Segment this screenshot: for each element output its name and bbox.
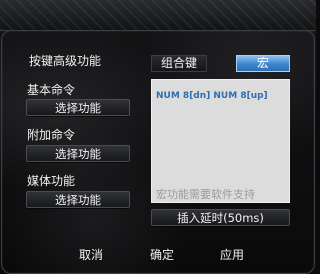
ok-button[interactable]: 确定 xyxy=(150,248,174,262)
macro-support-hint: 宏功能需要软件支持 xyxy=(156,188,255,201)
section-label-basic: 基本命令 xyxy=(27,83,76,97)
insert-delay-button[interactable]: 插入延时(50ms) xyxy=(151,209,290,226)
apply-button[interactable]: 应用 xyxy=(220,248,244,262)
tab-macro[interactable]: 宏 xyxy=(236,55,290,72)
cancel-button[interactable]: 取消 xyxy=(79,248,103,262)
section-label-extra: 附加命令 xyxy=(27,128,76,142)
select-function-button-basic[interactable]: 选择功能 xyxy=(26,99,130,116)
window-background: 按键高级功能 组合键 宏 基本命令 选择功能 附加命令 选择功能 媒体功能 选择… xyxy=(0,0,316,274)
tab-combo-key[interactable]: 组合键 xyxy=(151,55,207,72)
advanced-key-title: 按键高级功能 xyxy=(29,54,102,68)
macro-editor-panel[interactable]: NUM 8[dn] NUM 8[up] 宏功能需要软件支持 xyxy=(151,79,290,203)
section-label-media: 媒体功能 xyxy=(27,174,76,188)
macro-sequence-text: NUM 8[dn] NUM 8[up] xyxy=(156,91,268,101)
select-function-button-media[interactable]: 选择功能 xyxy=(26,191,130,208)
select-function-button-extra[interactable]: 选择功能 xyxy=(26,145,130,162)
top-decor-strip xyxy=(0,0,316,31)
